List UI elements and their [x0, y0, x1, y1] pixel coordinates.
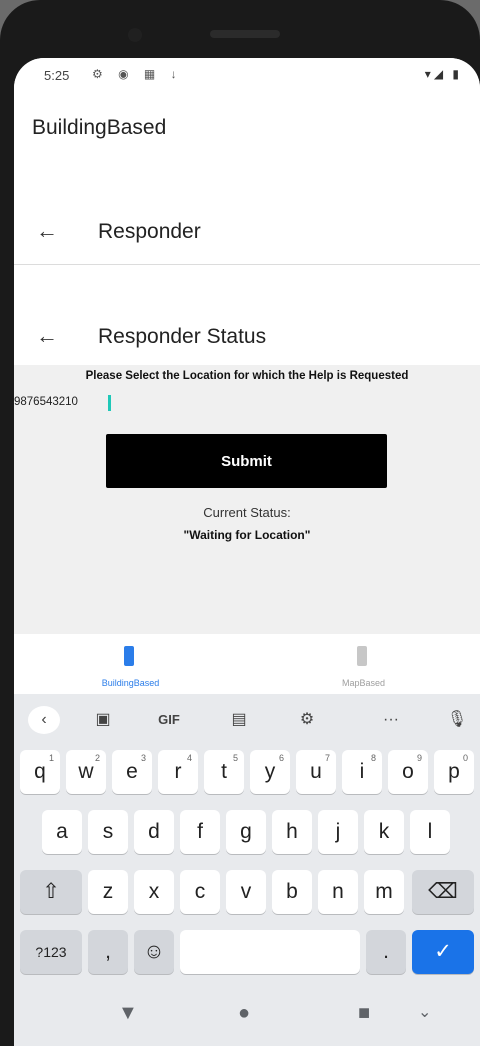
responder-status-title: Responder Status: [98, 325, 267, 348]
key-w[interactable]: 2w: [66, 750, 106, 794]
back-arrow-icon[interactable]: ←: [36, 218, 58, 244]
system-navigation-bar: ▼ ● ■ ⌄: [14, 990, 480, 1046]
bottom-navigation: BuildingBased MapBased: [14, 634, 480, 694]
sticker-icon[interactable]: ▣: [90, 706, 116, 734]
key-c[interactable]: c: [180, 870, 220, 914]
building-icon: [124, 646, 134, 666]
key-r[interactable]: 4r: [158, 750, 198, 794]
key-v[interactable]: v: [226, 870, 266, 914]
key-o[interactable]: 9o: [388, 750, 428, 794]
status-time: 5:25: [44, 68, 70, 83]
camera-icon: [128, 28, 142, 42]
submit-button[interactable]: Submit: [106, 434, 387, 488]
key-l[interactable]: l: [410, 810, 450, 854]
key-n[interactable]: n: [318, 870, 358, 914]
text-cursor: [108, 395, 111, 411]
map-icon: [357, 646, 367, 666]
key-y[interactable]: 6y: [250, 750, 290, 794]
recents-icon[interactable]: ■: [358, 1002, 370, 1025]
gear-icon[interactable]: ⚙: [294, 706, 320, 734]
mic-icon[interactable]: 🎙: [444, 706, 470, 734]
responder-title: Responder: [98, 220, 201, 243]
key-a[interactable]: a: [42, 810, 82, 854]
keyboard-hide-icon[interactable]: ⌄: [418, 1002, 431, 1022]
backspace-icon: ⌫: [428, 880, 458, 903]
home-icon[interactable]: ●: [238, 1002, 250, 1025]
key-d[interactable]: d: [134, 810, 174, 854]
emoji-icon: ☺: [143, 940, 165, 963]
current-status-value: "Waiting for Location": [183, 528, 311, 542]
shift-key[interactable]: ⇧: [20, 870, 82, 914]
phone-frame: 5:25 ⚙ ◉ ▦ ↓ ▾◢ ▮ BuildingBased ← Respon…: [0, 0, 480, 1046]
signal-battery-icons: ▾◢ ▮: [424, 67, 462, 81]
key-t[interactable]: 5t: [204, 750, 244, 794]
key-u[interactable]: 7u: [296, 750, 336, 794]
key-j[interactable]: j: [318, 810, 358, 854]
key-q[interactable]: 1q: [20, 750, 60, 794]
backspace-key[interactable]: ⌫: [412, 870, 474, 914]
app-title: BuildingBased: [32, 116, 167, 139]
key-p[interactable]: 0p: [434, 750, 474, 794]
key-e[interactable]: 3e: [112, 750, 152, 794]
location-prompt: Please Select the Location for which the…: [85, 370, 409, 382]
tab-map-based[interactable]: MapBased: [247, 634, 480, 694]
soft-keyboard: ‹ ▣ GIF ▤ ⚙ ··· 🎙 1q 2w 3e 4r 5t 6y 7u 8…: [14, 694, 480, 1046]
tab-building-based[interactable]: BuildingBased: [14, 634, 247, 694]
responder-status-header: ← Responder Status: [14, 265, 480, 365]
enter-key[interactable]: ✓: [412, 930, 474, 974]
key-g[interactable]: g: [226, 810, 266, 854]
current-status-label: Current Status:: [203, 505, 291, 520]
app-bar: BuildingBased: [14, 92, 480, 162]
screen: 5:25 ⚙ ◉ ▦ ↓ ▾◢ ▮ BuildingBased ← Respon…: [14, 58, 480, 1046]
keyboard-toolbar: ‹ ▣ GIF ▤ ⚙ ··· 🎙: [14, 700, 480, 740]
key-h[interactable]: h: [272, 810, 312, 854]
tab-label: BuildingBased: [101, 678, 160, 688]
key-b[interactable]: b: [272, 870, 312, 914]
key-z[interactable]: z: [88, 870, 128, 914]
back-icon[interactable]: ‹: [28, 706, 60, 734]
key-m[interactable]: m: [364, 870, 404, 914]
key-x[interactable]: x: [134, 870, 174, 914]
symbols-key[interactable]: ?123: [20, 930, 82, 974]
clipboard-icon[interactable]: ▤: [226, 706, 252, 734]
tab-label: MapBased: [341, 678, 386, 688]
notification-icons: ⚙ ◉ ▦ ↓: [92, 67, 183, 81]
space-key[interactable]: [180, 930, 360, 974]
key-i[interactable]: 8i: [342, 750, 382, 794]
more-icon[interactable]: ···: [376, 706, 406, 734]
key-k[interactable]: k: [364, 810, 404, 854]
shift-icon: ⇧: [42, 880, 60, 903]
back-triangle-icon[interactable]: ▼: [118, 1002, 138, 1025]
key-f[interactable]: f: [180, 810, 220, 854]
gif-button[interactable]: GIF: [152, 706, 186, 734]
comma-key[interactable]: ,: [88, 930, 128, 974]
check-icon: ✓: [434, 940, 452, 963]
responder-header: ← Responder: [14, 162, 480, 265]
status-bar: 5:25 ⚙ ◉ ▦ ↓ ▾◢ ▮: [14, 58, 480, 92]
back-arrow-icon[interactable]: ←: [36, 323, 58, 349]
key-s[interactable]: s: [88, 810, 128, 854]
emoji-key[interactable]: ☺: [134, 930, 174, 974]
phone-input[interactable]: [14, 396, 214, 408]
period-key[interactable]: .: [366, 930, 406, 974]
speaker-grille: [210, 30, 280, 38]
